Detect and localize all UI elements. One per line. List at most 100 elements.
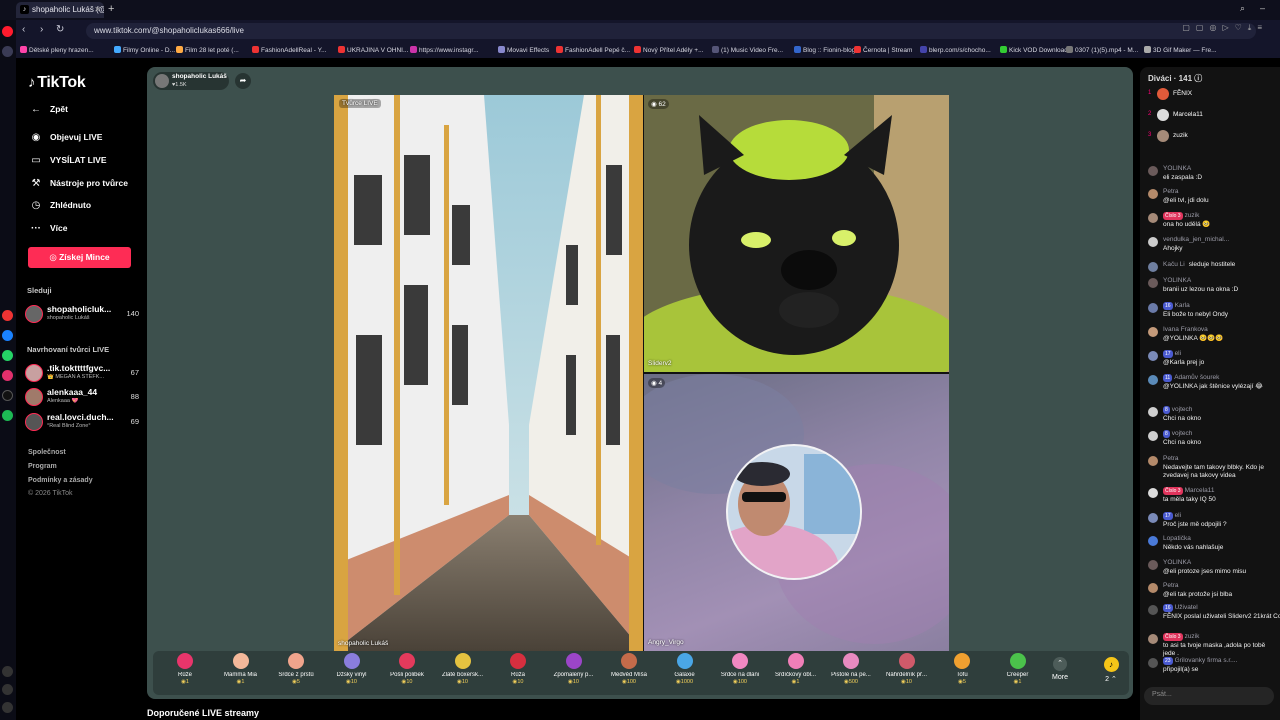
chat-username[interactable]: Karla <box>1175 302 1190 309</box>
gift-item[interactable]: Tofu ◉5 <box>936 653 988 693</box>
chat-username[interactable]: Marcela11 <box>1185 487 1215 494</box>
bookmark-item[interactable]: Dětské pleny hrazen... <box>20 46 94 54</box>
messenger-icon[interactable] <box>2 330 13 341</box>
search-tabs-icon[interactable]: ⌕ <box>1240 3 1245 14</box>
gift-item[interactable]: Srdce z prstů ◉5 <box>270 653 322 693</box>
nav-history[interactable]: ◷ Zhlédnuto <box>28 200 91 211</box>
reload-icon[interactable]: ↻ <box>56 24 64 35</box>
back-button[interactable]: ← Zpět <box>28 104 68 115</box>
bookmark-item[interactable]: 3D Gif Maker — Fre... <box>1144 46 1217 54</box>
bookmark-item[interactable]: Movavi Effects <box>498 46 549 54</box>
bookmark-item[interactable]: FashionAdell Pepé č... <box>556 46 630 54</box>
home-icon[interactable] <box>2 46 13 57</box>
bookmark-item[interactable]: Film 28 let poté (... <box>176 46 239 54</box>
settings-icon[interactable] <box>2 702 13 713</box>
gift-item[interactable]: Zlaté boxersk... ◉10 <box>437 653 489 693</box>
minimize-icon[interactable]: – <box>1260 3 1265 13</box>
chat-username[interactable]: Petra <box>1163 582 1179 589</box>
chat-input[interactable]: Psát... <box>1144 687 1274 705</box>
chat-username[interactable]: YOLINKA <box>1163 559 1191 566</box>
bookmark-item[interactable]: Nový Přítel Adély +... <box>634 46 704 54</box>
bookmark-item[interactable]: UKRAJINA V OHNI... <box>338 46 408 54</box>
bookmark-item[interactable]: (1) Music Video Fre... <box>712 46 783 54</box>
bookmark-item[interactable]: Filmy Online - D... <box>114 46 175 54</box>
chat-username[interactable]: zuzik <box>1185 212 1200 219</box>
gift-item[interactable]: Srdce na dlani ◉100 <box>714 653 766 693</box>
host-video-panel[interactable]: Tvůrce LIVE shopaholic Lukáš <box>334 95 643 651</box>
instagram-icon[interactable] <box>2 370 13 381</box>
get-coins-button[interactable]: ◎ Získej Mince <box>28 247 131 268</box>
bookmark-item[interactable]: Kick VOD Download... <box>1000 46 1073 54</box>
guest-video-panel-2[interactable]: ◉ 4 Angry_Virgo <box>644 374 949 651</box>
tiktok-logo[interactable]: ♪ TikTok <box>28 74 86 92</box>
gift-item[interactable]: Galaxie ◉1000 <box>659 653 711 693</box>
top-viewer-row[interactable]: 3 zuzik <box>1148 129 1278 143</box>
creator-chip[interactable]: shopaholic Lukáš ♥1.5K <box>153 72 229 90</box>
nav-go-live[interactable]: ▭ VYSÍLAT LIVE <box>28 155 106 166</box>
chat-username[interactable]: vojtech <box>1172 430 1193 437</box>
top-viewer-row[interactable]: 2 Marcela11 <box>1148 108 1278 122</box>
guest-video-panel-1[interactable]: ◉ 62 Sliderv2 <box>644 95 949 372</box>
gift-item[interactable]: Růža ◉10 <box>492 653 544 693</box>
gift-item[interactable]: Pistole na pe... ◉500 <box>825 653 877 693</box>
chat-username[interactable]: eli <box>1175 350 1182 357</box>
chat-username[interactable]: zuzik <box>1185 633 1200 640</box>
gift-item[interactable]: Mamma Mia ◉1 <box>215 653 267 693</box>
gift-item[interactable]: Pošli polibek ◉10 <box>381 653 433 693</box>
chat-username[interactable]: Petra <box>1163 188 1179 195</box>
nav-creator-tools[interactable]: ⚒ Nástroje pro tvůrce <box>28 178 128 189</box>
share-icon[interactable]: ➦ <box>235 73 251 89</box>
sidebar-app-icon[interactable] <box>2 310 13 321</box>
tiktok-icon[interactable] <box>2 390 13 401</box>
gift-item[interactable]: Zpomalený p... ◉10 <box>548 653 600 693</box>
address-bar-tools-icon[interactable]: ▢▢◎▷♡⤓≡ <box>1182 23 1268 33</box>
chat-username[interactable]: Kaču Li <box>1163 261 1185 268</box>
clock-icon[interactable] <box>2 684 13 695</box>
chat-username[interactable]: eli <box>1175 512 1182 519</box>
footer-company-link[interactable]: Společnost <box>28 449 66 456</box>
gift-item[interactable]: Creeper ◉1 <box>992 653 1044 693</box>
gift-item[interactable]: Džský vinyl ◉10 <box>326 653 378 693</box>
gift-item[interactable]: Srdíčkový obl... ◉1 <box>770 653 822 693</box>
chat-username[interactable]: Adamův šourek <box>1174 374 1219 381</box>
browser-tab[interactable]: ♪ shopaholic Lukáš (@s ✕ <box>16 2 104 18</box>
chat-username[interactable]: Grilovanky firma s.r.... <box>1175 657 1238 664</box>
bookmark-item[interactable]: 0307 (1)(5).mp4 - M... <box>1066 46 1138 54</box>
heart-icon[interactable] <box>2 666 13 677</box>
bookmark-item[interactable]: https://www.instagr... <box>410 46 479 54</box>
chat-username[interactable]: Lopatička <box>1163 535 1191 542</box>
suggested-item[interactable]: .tik.tokttttfgvc... 👑 MEGAN A ŠTEFK... 6… <box>25 362 143 384</box>
bookmark-item[interactable]: blerp.com/s/chocho... <box>920 46 991 54</box>
nav-more[interactable]: ··· Více <box>28 223 68 234</box>
bookmark-item[interactable]: Černota | Stream <box>854 46 912 54</box>
url-field[interactable]: www.tiktok.com/@shopaholiclukas666/live <box>86 23 1256 39</box>
chat-username[interactable]: YOLINKA <box>1163 277 1191 284</box>
new-tab-icon[interactable]: + <box>108 3 114 15</box>
suggested-item[interactable]: alenkaaa_44 Alenkaaa 💖 88 <box>25 386 143 408</box>
chat-username[interactable]: Petra <box>1163 455 1179 462</box>
footer-program-link[interactable]: Program <box>28 463 57 470</box>
more-gifts-button[interactable]: ⌃ More <box>1046 653 1074 693</box>
suggested-item[interactable]: real.lovci.duch... °Real Blind Zone° 69 <box>25 411 143 433</box>
bookmark-item[interactable]: Blog :: Fionin-blog <box>794 46 855 54</box>
info-icon[interactable]: ⓘ <box>1194 74 1202 83</box>
forward-arrow-icon[interactable]: › <box>40 24 43 35</box>
tab-close-icon[interactable]: ✕ <box>94 5 101 14</box>
chat-username[interactable]: Uživatel <box>1175 604 1198 611</box>
chat-username[interactable]: vendulka_jen_michal... <box>1163 236 1229 243</box>
footer-terms-link[interactable]: Podmínky a zásady <box>28 477 93 484</box>
nav-explore-live[interactable]: ◉ Objevuj LIVE <box>28 132 103 143</box>
spotify-icon[interactable] <box>2 410 13 421</box>
gift-item[interactable]: Růže ◉1 <box>159 653 211 693</box>
top-viewer-row[interactable]: 1 FĚNIX <box>1148 87 1278 101</box>
opera-logo-icon[interactable] <box>2 26 13 37</box>
viewers-title[interactable]: Diváci · 141 ⓘ <box>1148 73 1202 84</box>
chat-username[interactable]: vojtech <box>1172 406 1193 413</box>
bookmark-item[interactable]: FashionAdellReal - Y... <box>252 46 327 54</box>
coin-balance[interactable]: ♪ 2 ⌃ <box>1097 653 1125 693</box>
video-stage[interactable]: Tvůrce LIVE shopaholic Lukáš ◉ 62 Slider… <box>334 95 949 651</box>
back-arrow-icon[interactable]: ‹ <box>22 24 25 35</box>
chat-username[interactable]: YOLINKA <box>1163 165 1191 172</box>
chat-username[interactable]: Ivana Frankova <box>1163 326 1208 333</box>
whatsapp-icon[interactable] <box>2 350 13 361</box>
